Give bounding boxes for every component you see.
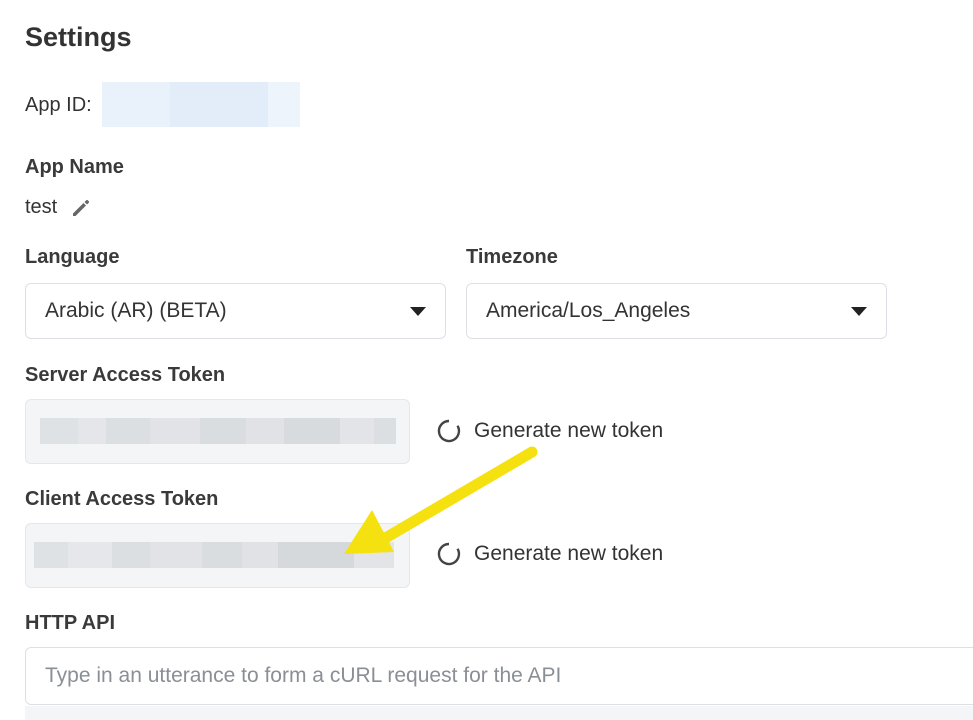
- timezone-selected-value: America/Los_Angeles: [486, 299, 691, 322]
- caret-down-icon: [410, 306, 426, 316]
- app-name-label: App Name: [25, 156, 124, 178]
- app-name-value: test: [25, 196, 92, 219]
- language-label: Language: [25, 246, 120, 268]
- http-api-label: HTTP API: [25, 612, 116, 634]
- language-selected-value: Arabic (AR) (BETA): [45, 299, 227, 322]
- app-id-label: App ID:: [25, 94, 92, 116]
- annotation-arrow: [344, 446, 538, 554]
- app-name-text: test: [25, 196, 58, 218]
- server-token-label: Server Access Token: [25, 364, 226, 386]
- timezone-select[interactable]: America/Los_Angeles: [466, 283, 887, 339]
- client-token-label: Client Access Token: [25, 488, 219, 510]
- pencil-icon[interactable]: [70, 197, 92, 219]
- caret-down-icon: [851, 306, 867, 316]
- app-id-value-redacted: [102, 82, 300, 127]
- timezone-label: Timezone: [466, 246, 558, 268]
- http-api-input[interactable]: [25, 647, 973, 705]
- page-title: Settings: [25, 22, 132, 52]
- language-select[interactable]: Arabic (AR) (BETA): [25, 283, 446, 339]
